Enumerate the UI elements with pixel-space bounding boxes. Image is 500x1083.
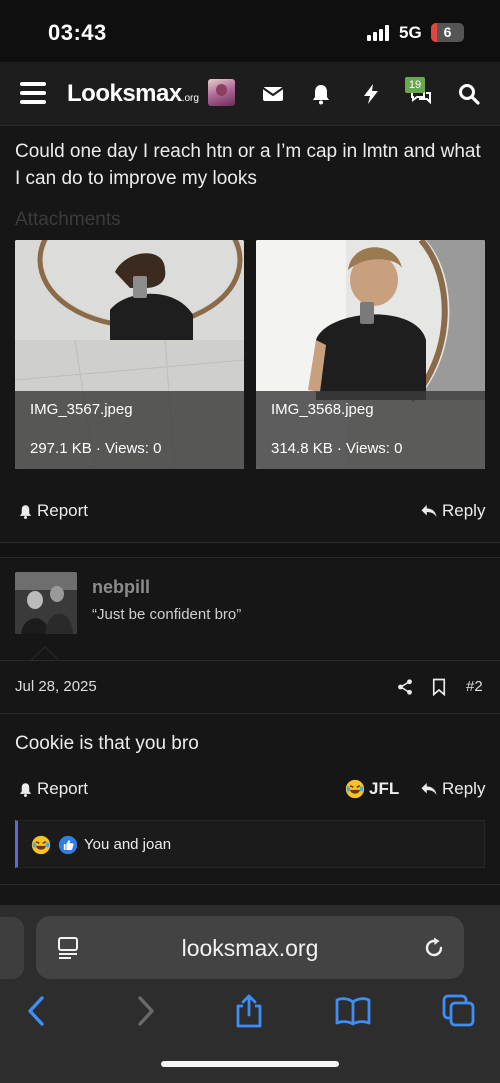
reply-icon (421, 783, 437, 795)
signal-icon (367, 25, 391, 41)
post-number[interactable]: #2 (466, 678, 483, 695)
site-logo[interactable]: Looksmax.org (67, 80, 199, 108)
network-type: 5G (399, 23, 422, 42)
bookmarks-icon[interactable] (335, 993, 371, 1029)
attachment-filename[interactable]: IMG_3567.jpeg (30, 401, 133, 418)
post-divider (0, 557, 500, 558)
reply-label: Reply (442, 501, 486, 520)
mail-icon[interactable] (261, 82, 285, 106)
search-icon[interactable] (457, 82, 481, 106)
battery-level: 6 (443, 24, 452, 40)
post-date[interactable]: Jul 28, 2025 (15, 678, 97, 695)
attachment-thumbnail[interactable]: IMG_3567.jpeg 297.1 KB · Views: 0 (15, 240, 244, 469)
reload-icon[interactable] (422, 936, 446, 960)
report-label: Report (37, 501, 89, 520)
url-text[interactable]: looksmax.org (36, 935, 464, 962)
home-indicator[interactable] (161, 1061, 339, 1067)
react-button[interactable]: JFL (345, 779, 399, 799)
post-divider (0, 660, 500, 661)
attachments-heading: Attachments (15, 209, 121, 230)
post-separator (0, 543, 500, 557)
alerts-badge: 19 (405, 77, 425, 93)
avatar-photo (15, 572, 77, 634)
attachment-meta: 297.1 KB · Views: 0 (30, 440, 162, 457)
site-header: Looksmax.org (0, 62, 500, 126)
post-body: Could one day I reach htn or a I’m cap i… (15, 141, 481, 189)
report-label: Report (37, 779, 89, 798)
post-divider (0, 713, 500, 714)
clock: 03:43 (48, 20, 107, 45)
attachment-filename[interactable]: IMG_3568.jpeg (271, 401, 374, 418)
username[interactable]: nebpill (92, 577, 150, 598)
user-avatar[interactable] (15, 572, 77, 634)
bell-icon (19, 782, 32, 797)
reaction-label: JFL (369, 779, 400, 798)
like-icon (58, 835, 78, 855)
laughing-emoji-icon (31, 835, 51, 855)
user-title: “Just be confident bro” (92, 606, 242, 623)
report-button[interactable]: Report (18, 501, 88, 521)
attachment-thumbnail[interactable]: IMG_3568.jpeg 314.8 KB · Views: 0 (256, 240, 485, 469)
address-bar[interactable]: looksmax.org (36, 916, 464, 979)
menu-icon[interactable] (20, 82, 46, 104)
logo-suffix: .org (181, 93, 199, 104)
tabs-icon[interactable] (441, 993, 477, 1029)
bookmark-icon[interactable] (431, 678, 447, 696)
reactions-bar[interactable]: You and joan (15, 820, 485, 868)
bell-icon[interactable] (309, 82, 333, 106)
forward-icon[interactable] (127, 993, 163, 1029)
reply-icon (421, 505, 437, 517)
report-button[interactable]: Report (18, 779, 88, 799)
laughing-emoji-icon (345, 779, 365, 799)
battery-icon: 6 (431, 23, 464, 42)
reply-button[interactable]: Reply (420, 501, 485, 521)
attachment-meta: 314.8 KB · Views: 0 (271, 440, 403, 457)
reactions-summary[interactable]: You and joan (84, 836, 171, 853)
previous-tab-preview[interactable] (0, 917, 24, 979)
reply-label: Reply (442, 779, 486, 798)
browser-toolbar: looksmax.org (0, 905, 500, 1083)
bell-icon (19, 504, 32, 519)
back-icon[interactable] (19, 993, 55, 1029)
lightning-icon[interactable] (359, 82, 383, 106)
logo-text: Looksmax (67, 80, 182, 107)
account-avatar[interactable] (208, 79, 235, 106)
share-icon[interactable] (396, 678, 414, 696)
reply-button[interactable]: Reply (420, 779, 485, 799)
message-pointer (30, 646, 60, 661)
share-icon[interactable] (231, 993, 267, 1029)
post-body: Cookie is that you bro (15, 733, 199, 754)
post-divider (0, 884, 500, 885)
status-bar: 03:43 5G 6 (0, 0, 500, 62)
